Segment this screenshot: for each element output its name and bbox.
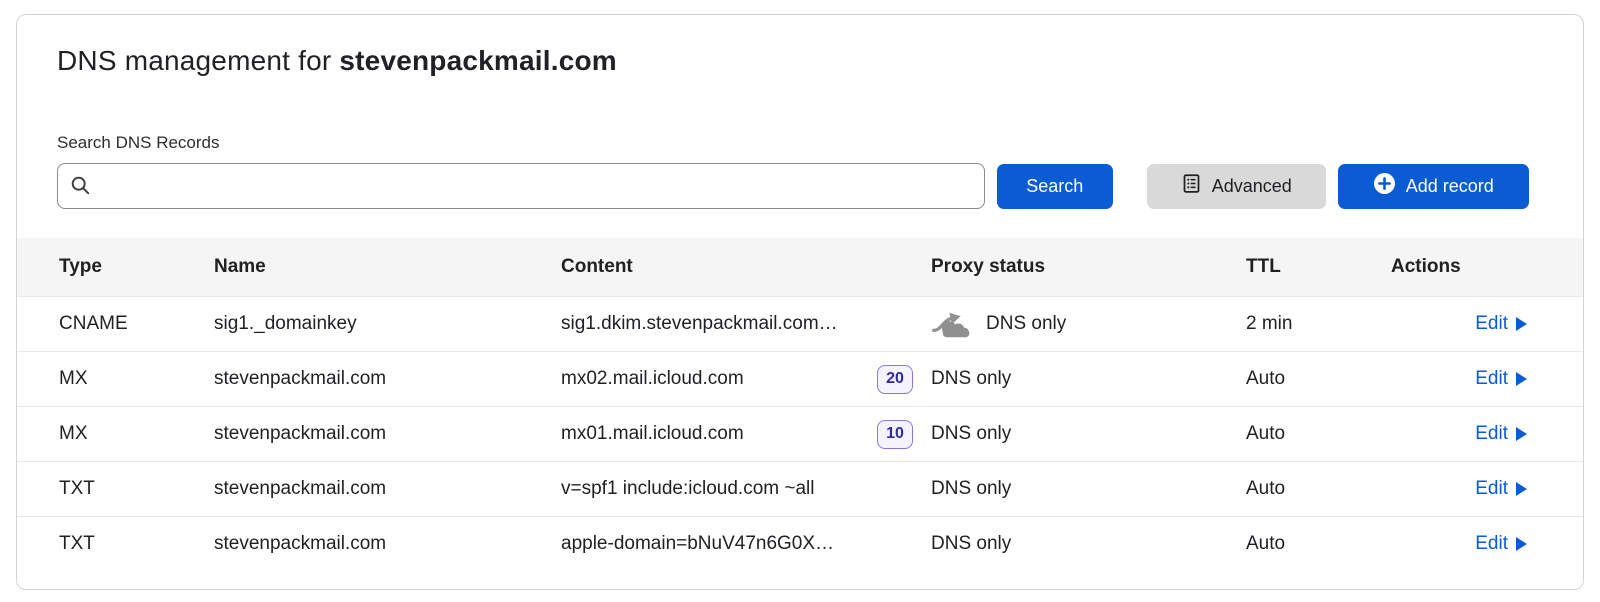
dns-table-body: CNAME sig1._domainkey sig1.dkim.stevenpa… <box>17 296 1583 571</box>
record-content: mx01.mail.icloud.com <box>561 423 744 445</box>
proxy-status-label: DNS only <box>931 533 1011 555</box>
record-type: CNAME <box>17 313 214 335</box>
column-header-type: Type <box>17 256 214 278</box>
record-ttl: Auto <box>1246 368 1391 390</box>
column-header-ttl: TTL <box>1246 256 1391 278</box>
table-header-row: Type Name Content Proxy status TTL Actio… <box>17 238 1583 296</box>
record-content: sig1.dkim.stevenpackmail.com… <box>561 313 838 335</box>
search-box <box>57 163 985 209</box>
record-content: apple-domain=bNuV47n6G0X… <box>561 533 834 555</box>
column-header-proxy: Proxy status <box>931 256 1246 278</box>
caret-right-icon <box>1516 317 1527 331</box>
table-row: TXT stevenpackmail.com v=spf1 include:ic… <box>17 461 1583 516</box>
priority-badge: 10 <box>877 420 913 449</box>
dns-records-table: Type Name Content Proxy status TTL Actio… <box>17 238 1583 571</box>
column-header-actions: Actions <box>1391 256 1583 278</box>
table-row: MX stevenpackmail.com mx02.mail.icloud.c… <box>17 351 1583 406</box>
page-title-domain: stevenpackmail.com <box>339 45 617 76</box>
caret-right-icon <box>1516 427 1527 441</box>
record-name: stevenpackmail.com <box>214 478 561 500</box>
page-title-prefix: DNS management for <box>57 45 339 76</box>
edit-label: Edit <box>1475 313 1508 335</box>
add-record-button-label: Add record <box>1406 176 1494 197</box>
proxy-status-label: DNS only <box>986 313 1066 335</box>
record-type: TXT <box>17 533 214 555</box>
search-button[interactable]: Search <box>997 164 1113 209</box>
record-name: stevenpackmail.com <box>214 423 561 445</box>
record-content: mx02.mail.icloud.com <box>561 368 744 390</box>
table-row: CNAME sig1._domainkey sig1.dkim.stevenpa… <box>17 296 1583 351</box>
search-icon <box>70 175 91 201</box>
record-type: TXT <box>17 478 214 500</box>
edit-label: Edit <box>1475 533 1508 555</box>
table-row: TXT stevenpackmail.com apple-domain=bNuV… <box>17 516 1583 571</box>
page-title: DNS management for stevenpackmail.com <box>57 45 1543 77</box>
edit-label: Edit <box>1475 423 1508 445</box>
column-header-name: Name <box>214 256 561 278</box>
caret-right-icon <box>1516 372 1527 386</box>
edit-label: Edit <box>1475 478 1508 500</box>
search-toolbar: Search Advanced Add record <box>57 163 1529 209</box>
proxy-status-label: DNS only <box>931 423 1011 445</box>
edit-record-button[interactable]: Edit <box>1475 423 1527 445</box>
edit-record-button[interactable]: Edit <box>1475 478 1527 500</box>
record-type: MX <box>17 368 214 390</box>
dns-management-card: DNS management for stevenpackmail.com Se… <box>16 14 1584 590</box>
record-content: v=spf1 include:icloud.com ~all <box>561 478 814 500</box>
edit-record-button[interactable]: Edit <box>1475 533 1527 555</box>
record-ttl: Auto <box>1246 478 1391 500</box>
proxy-status-label: DNS only <box>931 478 1011 500</box>
plus-circle-icon <box>1373 172 1396 200</box>
advanced-button-label: Advanced <box>1212 176 1292 197</box>
edit-label: Edit <box>1475 368 1508 390</box>
priority-badge: 20 <box>877 365 913 394</box>
list-document-icon <box>1181 173 1202 199</box>
record-ttl: Auto <box>1246 423 1391 445</box>
record-name: stevenpackmail.com <box>214 533 561 555</box>
caret-right-icon <box>1516 482 1527 496</box>
add-record-button[interactable]: Add record <box>1338 164 1529 209</box>
edit-record-button[interactable]: Edit <box>1475 313 1527 335</box>
search-label: Search DNS Records <box>57 133 1543 153</box>
proxy-status-label: DNS only <box>931 368 1011 390</box>
search-input[interactable] <box>57 163 985 209</box>
record-ttl: 2 min <box>1246 313 1391 335</box>
column-header-content: Content <box>561 256 931 278</box>
edit-record-button[interactable]: Edit <box>1475 368 1527 390</box>
caret-right-icon <box>1516 537 1527 551</box>
record-name: stevenpackmail.com <box>214 368 561 390</box>
dns-only-cloud-icon <box>931 309 973 339</box>
advanced-button[interactable]: Advanced <box>1147 164 1326 209</box>
record-ttl: Auto <box>1246 533 1391 555</box>
record-name: sig1._domainkey <box>214 313 561 335</box>
table-row: MX stevenpackmail.com mx01.mail.icloud.c… <box>17 406 1583 461</box>
record-type: MX <box>17 423 214 445</box>
